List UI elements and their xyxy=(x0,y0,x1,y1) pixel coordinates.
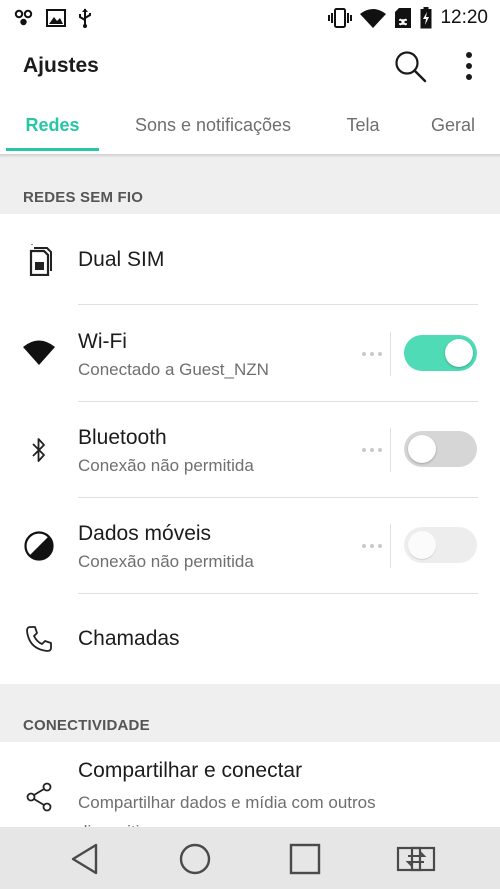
status-bar: 12:20 xyxy=(0,0,500,36)
list-item-wifi[interactable]: Wi-Fi Conectado a Guest_NZN xyxy=(0,306,500,402)
section-title: REDES SEM FIO xyxy=(23,189,144,206)
back-icon xyxy=(71,843,98,875)
list-item-subtitle: Conexão não permitida xyxy=(78,552,254,571)
search-button[interactable] xyxy=(390,46,430,86)
toggle-knob xyxy=(408,531,436,559)
bluetooth-toggle[interactable] xyxy=(404,431,477,467)
status-right-icons: 12:20 xyxy=(328,7,488,29)
more-settings-icon[interactable] xyxy=(362,447,382,453)
section-title: CONECTIVIDADE xyxy=(23,717,150,734)
list-item-title: Wi-Fi xyxy=(78,330,127,353)
sim-card-icon xyxy=(22,243,56,277)
list-item-subtitle: Compartilhar dados e mídia com outros di… xyxy=(78,793,376,827)
dual-window-icon xyxy=(396,846,436,872)
toggle-knob xyxy=(445,339,473,367)
share-icon xyxy=(22,780,56,814)
list-item-dual-sim[interactable]: Dual SIM xyxy=(0,214,500,306)
tab-tela[interactable]: Tela xyxy=(332,96,394,154)
list-item-calls[interactable]: Chamadas xyxy=(0,594,500,684)
more-vert-icon xyxy=(466,52,472,80)
tab-sons-e-notificacoes[interactable]: Sons e notificações xyxy=(118,96,308,154)
usb-icon xyxy=(78,8,92,28)
mobile-data-icon xyxy=(22,529,56,563)
home-button[interactable] xyxy=(173,839,217,879)
list-item-mobile-data[interactable]: Dados móveis Conexão não permitida xyxy=(0,498,500,594)
image-icon xyxy=(46,9,66,27)
list-item-subtitle: Conexão não permitida xyxy=(78,456,254,475)
toggle-knob xyxy=(408,435,436,463)
recents-icon xyxy=(289,843,321,875)
more-options-button[interactable] xyxy=(452,46,486,86)
recents-button[interactable] xyxy=(283,839,327,879)
tab-indicator xyxy=(6,148,99,151)
list-item-title: Dual SIM xyxy=(78,248,165,271)
tab-bar: Redes Sons e notificações Tela Geral xyxy=(0,96,500,154)
search-icon xyxy=(395,51,427,83)
dual-window-button[interactable] xyxy=(393,839,439,879)
vertical-separator xyxy=(390,332,391,376)
notification-app-icon xyxy=(14,9,34,27)
bluetooth-icon xyxy=(22,433,56,467)
section-header-conectividade: CONECTIVIDADE xyxy=(0,684,500,742)
status-time: 12:20 xyxy=(440,7,488,28)
mobile-data-toggle[interactable] xyxy=(404,527,477,563)
vibrate-icon xyxy=(328,8,353,28)
phone-icon xyxy=(22,622,56,656)
vertical-separator xyxy=(390,524,391,568)
list-item-share[interactable]: Compartilhar e conectar Compartilhar dad… xyxy=(0,742,500,827)
list-item-title: Bluetooth xyxy=(78,426,167,449)
divider xyxy=(78,304,478,305)
sd-card-icon xyxy=(394,7,412,29)
page-title: Ajustes xyxy=(23,54,99,77)
more-settings-icon[interactable] xyxy=(362,543,382,549)
app-bar: Ajustes xyxy=(0,36,500,96)
list-item-title: Chamadas xyxy=(78,627,180,650)
vertical-separator xyxy=(390,428,391,472)
home-icon xyxy=(179,843,211,875)
navigation-bar xyxy=(0,827,500,889)
section-header-redes-sem-fio: REDES SEM FIO xyxy=(0,158,500,214)
battery-charging-icon xyxy=(420,7,432,29)
tab-geral[interactable]: Geral xyxy=(420,96,486,154)
back-button[interactable] xyxy=(63,839,107,879)
list-item-title: Compartilhar e conectar xyxy=(78,759,303,782)
wifi-icon xyxy=(22,336,56,370)
status-left-icons xyxy=(14,8,92,28)
tab-redes[interactable]: Redes xyxy=(6,96,99,154)
more-settings-icon[interactable] xyxy=(362,351,382,357)
wifi-signal-icon xyxy=(360,8,387,28)
list-item-subtitle: Conectado a Guest_NZN xyxy=(78,360,269,379)
list-item-bluetooth[interactable]: Bluetooth Conexão não permitida xyxy=(0,402,500,498)
list-item-title: Dados móveis xyxy=(78,522,212,545)
wifi-toggle[interactable] xyxy=(404,335,477,371)
